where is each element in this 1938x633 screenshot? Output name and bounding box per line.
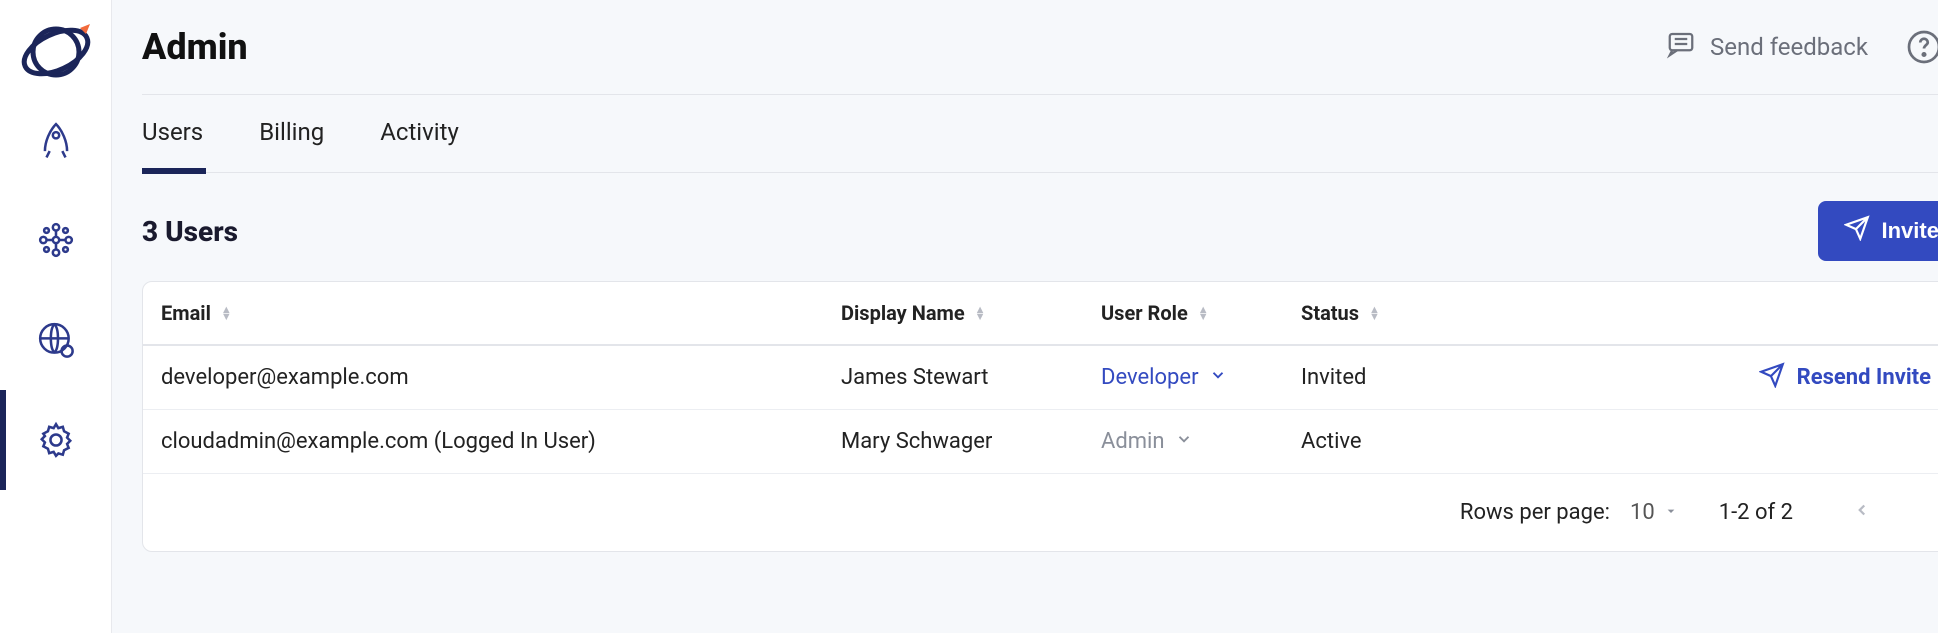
sort-icon: ▲▼ — [1369, 306, 1380, 320]
table-row: cloudadmin@example.com (Logged In User) … — [143, 410, 1938, 474]
role-dropdown[interactable]: Admin — [1101, 429, 1301, 454]
toolbar: 3 Users Invite User — [142, 173, 1938, 281]
cell-status: Invited — [1301, 365, 1591, 390]
th-user-role[interactable]: User Role ▲▼ — [1101, 301, 1301, 325]
main-content: Admin Send feedback — [112, 0, 1938, 633]
resend-invite-button[interactable]: Resend Invite — [1591, 362, 1931, 394]
logo[interactable] — [16, 10, 96, 90]
prev-page-button[interactable] — [1833, 500, 1891, 525]
th-email[interactable]: Email ▲▼ — [161, 301, 841, 325]
cell-status: Active — [1301, 429, 1591, 454]
header: Admin Send feedback — [142, 0, 1938, 95]
pagination: Rows per page: 10 1-2 of 2 — [143, 474, 1938, 551]
cell-email: cloudadmin@example.com (Logged In User) — [161, 429, 841, 454]
next-page-button[interactable] — [1931, 500, 1938, 525]
invite-user-button[interactable]: Invite User — [1818, 201, 1938, 261]
cell-display-name: Mary Schwager — [841, 429, 1101, 454]
sidebar-item-network[interactable] — [0, 190, 111, 290]
pagination-range: 1-2 of 2 — [1719, 500, 1793, 525]
delete-user-button[interactable] — [1931, 365, 1938, 391]
th-display-name[interactable]: Display Name ▲▼ — [841, 301, 1101, 325]
cell-display-name: James Stewart — [841, 365, 1101, 390]
sidebar-item-launch[interactable] — [0, 90, 111, 190]
header-actions: Send feedback — [1666, 27, 1938, 67]
send-feedback-button[interactable]: Send feedback — [1666, 29, 1868, 65]
table-row: developer@example.com James Stewart Deve… — [143, 346, 1938, 410]
users-table: Email ▲▼ Display Name ▲▼ User Role ▲▼ St… — [142, 281, 1938, 552]
send-feedback-label: Send feedback — [1710, 33, 1868, 61]
rows-per-page: Rows per page: 10 — [1460, 500, 1679, 525]
role-dropdown[interactable]: Developer — [1101, 365, 1301, 390]
page-title: Admin — [142, 26, 248, 68]
tabs: Users Billing Activity — [142, 95, 1938, 173]
th-status[interactable]: Status ▲▼ — [1301, 301, 1591, 325]
cell-email: developer@example.com — [161, 365, 841, 390]
send-icon — [1759, 362, 1785, 394]
chevron-down-icon — [1209, 365, 1227, 390]
tab-billing[interactable]: Billing — [259, 118, 324, 150]
invite-user-label: Invite User — [1882, 218, 1938, 244]
help-button[interactable] — [1904, 27, 1938, 67]
section-title: 3 Users — [142, 215, 238, 248]
sort-icon: ▲▼ — [975, 306, 986, 320]
tab-users[interactable]: Users — [142, 118, 203, 150]
tab-activity[interactable]: Activity — [380, 118, 459, 150]
sidebar-item-settings[interactable] — [0, 390, 111, 490]
sidebar-item-globe-settings[interactable] — [0, 290, 111, 390]
send-icon — [1844, 215, 1870, 247]
sort-icon: ▲▼ — [1198, 306, 1209, 320]
table-header: Email ▲▼ Display Name ▲▼ User Role ▲▼ St… — [143, 282, 1938, 346]
sidebar — [0, 0, 112, 633]
sort-icon: ▲▼ — [221, 306, 232, 320]
caret-down-icon — [1663, 500, 1679, 525]
chevron-down-icon — [1175, 429, 1193, 454]
feedback-icon — [1666, 29, 1696, 65]
rows-per-page-select[interactable]: 10 — [1630, 500, 1679, 525]
